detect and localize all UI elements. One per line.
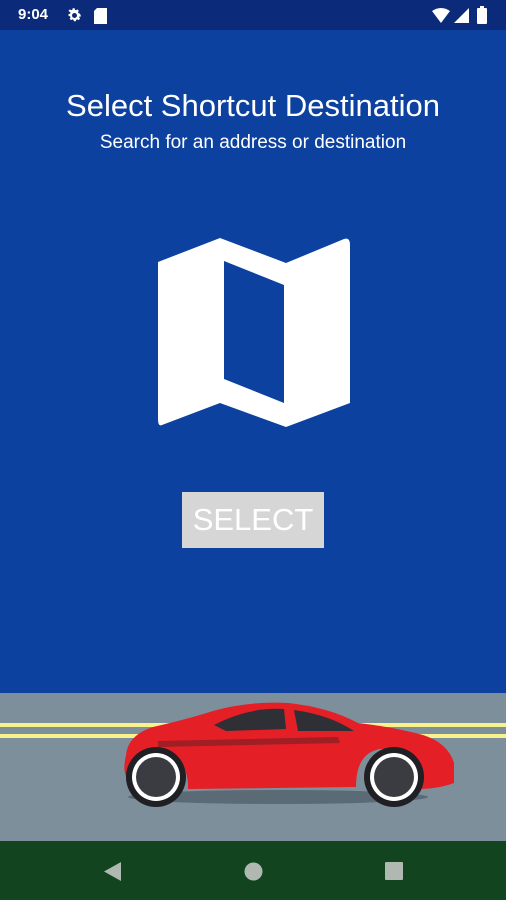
page-subtitle: Search for an address or destination xyxy=(99,132,407,153)
recents-icon[interactable] xyxy=(385,862,403,880)
page-title: Select Shortcut Destination xyxy=(66,88,440,123)
car-icon xyxy=(124,702,455,807)
signal-icon xyxy=(454,8,469,23)
wifi-icon xyxy=(432,8,450,23)
map-icon xyxy=(158,238,350,427)
gear-icon xyxy=(68,8,82,22)
navigation-bar xyxy=(0,841,506,900)
main-panel: Select Shortcut Destination Search for a… xyxy=(0,30,506,693)
status-time: 9:04 xyxy=(18,6,49,23)
battery-icon xyxy=(477,6,487,24)
select-button[interactable]: SELECT xyxy=(182,492,324,548)
home-icon[interactable] xyxy=(244,862,263,881)
sd-card-icon xyxy=(94,8,107,24)
status-bar: 9:04 xyxy=(0,0,506,30)
road-scene xyxy=(0,693,506,841)
back-icon[interactable] xyxy=(104,862,121,881)
